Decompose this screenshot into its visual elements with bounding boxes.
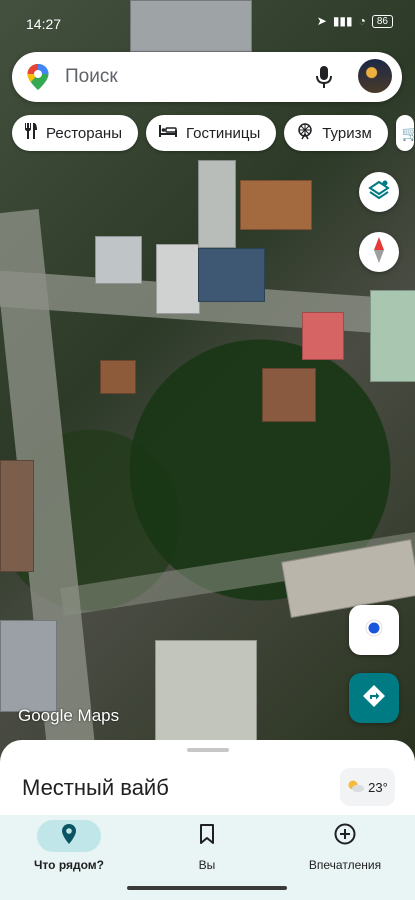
chip-restaurants[interactable]: Рестораны (12, 115, 138, 151)
directions-button[interactable] (349, 673, 399, 723)
wifi-icon: ◔ (358, 14, 366, 28)
building (156, 244, 200, 314)
signal-icon: ▮▮▮ (332, 14, 353, 28)
tab-label: Впечатления (308, 858, 382, 872)
chip-hotels[interactable]: Гостиницы (145, 115, 277, 151)
tab-icon-container (37, 820, 101, 852)
chip-label: Гостиницы (185, 124, 261, 142)
compass-icon (371, 236, 387, 269)
layers-icon (368, 179, 390, 206)
building (95, 236, 142, 284)
status-time: 14:27 (26, 16, 62, 32)
partly-cloudy-icon (347, 779, 365, 796)
plus-circle-icon (334, 823, 356, 850)
sheet-drag-handle[interactable] (187, 748, 229, 752)
building (0, 460, 34, 572)
weather-badge[interactable]: 23° (340, 768, 395, 806)
my-location-button[interactable] (349, 605, 399, 655)
directions-icon (361, 683, 387, 714)
tab-you[interactable]: Вы (138, 815, 276, 885)
chip-tourism[interactable]: Туризм (284, 115, 388, 151)
layers-button[interactable] (359, 172, 399, 212)
sheet-title: Местный вайб (22, 775, 169, 800)
building (262, 368, 316, 422)
building (198, 160, 236, 248)
tab-contribute[interactable]: Впечатления (276, 815, 414, 885)
battery-indicator: 86 (371, 14, 393, 28)
status-icons: ➤ ▮▮▮ ◔ 86 (317, 14, 393, 28)
microphone-icon[interactable] (316, 65, 332, 94)
building (100, 360, 136, 394)
search-bar[interactable]: Поиск (12, 52, 402, 102)
bed-icon (158, 124, 178, 142)
ferris-wheel-icon (296, 122, 314, 144)
search-input[interactable]: Поиск (65, 66, 118, 88)
building (0, 620, 57, 712)
chip-more[interactable]: 🛒 (395, 115, 414, 151)
building (370, 290, 415, 382)
compass-button[interactable] (359, 232, 399, 272)
weather-temp: 23° (368, 779, 388, 795)
chip-label: Рестораны (46, 124, 122, 142)
building (302, 312, 344, 360)
chip-label: Туризм (322, 124, 372, 142)
location-arrow-icon: ➤ (316, 14, 327, 28)
bottom-navigation: Что рядом? Вы Впечатления (0, 815, 415, 885)
cart-icon: 🛒 (401, 124, 414, 141)
tab-icon-container (175, 820, 239, 852)
fork-knife-icon (24, 122, 38, 144)
google-maps-logo: Google Maps (18, 706, 120, 725)
tab-icon-container (313, 820, 377, 852)
my-location-icon (364, 618, 384, 643)
bookmark-icon (199, 823, 215, 849)
place-pin-icon (61, 823, 77, 850)
bottom-sheet[interactable]: Местный вайб 23° (0, 740, 415, 820)
tab-explore[interactable]: Что рядом? (0, 815, 138, 885)
tab-label: Вы (198, 858, 216, 872)
gesture-bar[interactable] (127, 886, 287, 890)
category-chips: Рестораны Гостиницы Туризм 🛒 (12, 115, 414, 151)
avatar[interactable] (358, 59, 392, 93)
tab-label: Что рядом? (34, 858, 104, 872)
building (198, 248, 265, 302)
building (240, 180, 312, 230)
google-maps-pin-icon (26, 63, 50, 96)
status-bar: 14:27 ➤ ▮▮▮ ◔ 86 (0, 0, 415, 40)
